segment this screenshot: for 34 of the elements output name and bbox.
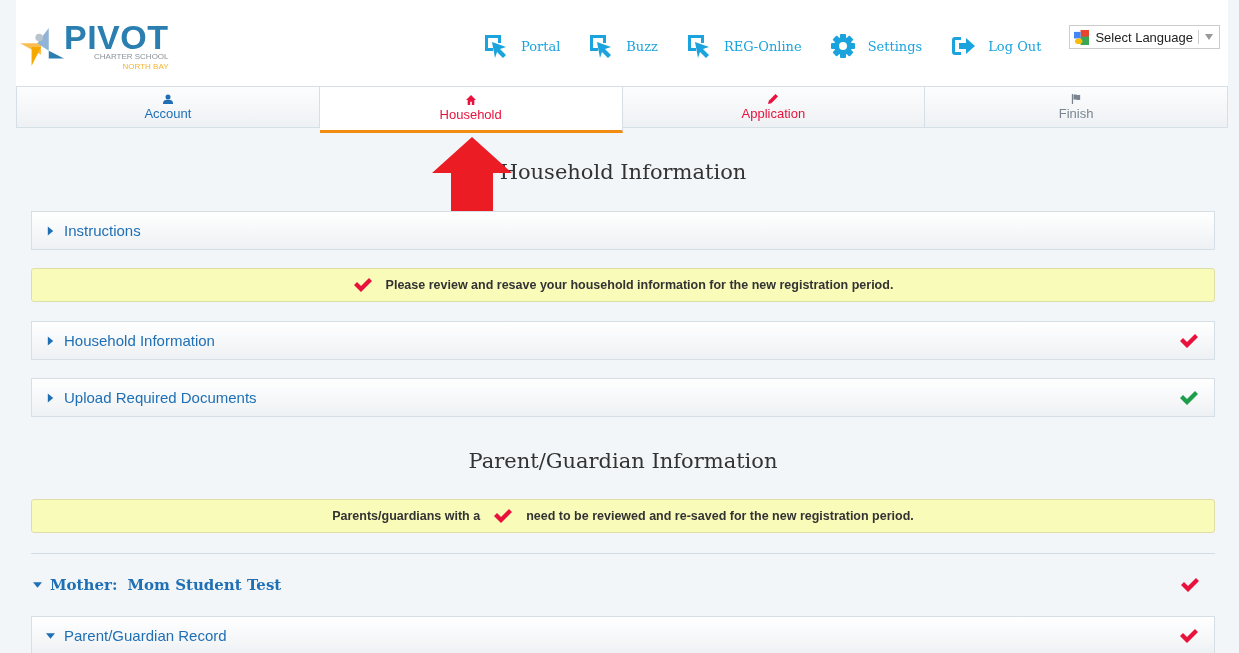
collapsible-panel[interactable]: Parent/Guardian Record [31, 616, 1215, 653]
nav-link[interactable]: Settings [829, 33, 923, 59]
nav-link[interactable]: Buzz [588, 33, 658, 59]
collapsible-panel[interactable]: Instructions [31, 211, 1215, 250]
nav-link[interactable]: Portal [482, 33, 561, 59]
settings-icon [829, 33, 856, 59]
notice-text: Parents/guardians with a [332, 509, 481, 523]
tab[interactable]: Application [622, 86, 926, 128]
notice-text: need to be reviewed and re-saved for the new registration period. [526, 509, 914, 523]
section-heading: Parent/Guardian Information [467, 448, 779, 475]
cursor-icon [482, 33, 509, 59]
person-icon [162, 93, 173, 104]
pencil-icon [768, 93, 779, 104]
home-icon [465, 95, 476, 105]
cursor-icon [685, 33, 712, 59]
nav-link[interactable]: Log Out [950, 33, 1042, 59]
language-select[interactable]: Select Language [1069, 25, 1220, 49]
section-heading: Household Information [498, 159, 748, 186]
nav-link[interactable]: REG-Online [685, 33, 802, 59]
logo-wordmark: PIVOT [64, 22, 169, 52]
tab[interactable]: Household [319, 86, 623, 133]
collapsible-panel[interactable]: Upload Required Documents [31, 378, 1215, 417]
caret-icon [1205, 34, 1213, 40]
logo-subtitle: CHARTER SCHOOL [94, 52, 169, 62]
notice-text: Please review and resave your household information for the new registration period. [385, 278, 894, 292]
person-row[interactable]: Mother: Mom Student Test [31, 554, 1215, 616]
google-icon [1074, 29, 1090, 45]
collapsible-panel[interactable]: Household Information [31, 321, 1215, 360]
tab[interactable]: Account [16, 86, 320, 128]
logo-location: NORTH BAY [122, 62, 169, 72]
checkmark-icon [493, 508, 514, 524]
checkmark-icon [352, 277, 373, 293]
tab[interactable]: Finish [925, 86, 1228, 128]
flag-icon [1071, 93, 1082, 104]
